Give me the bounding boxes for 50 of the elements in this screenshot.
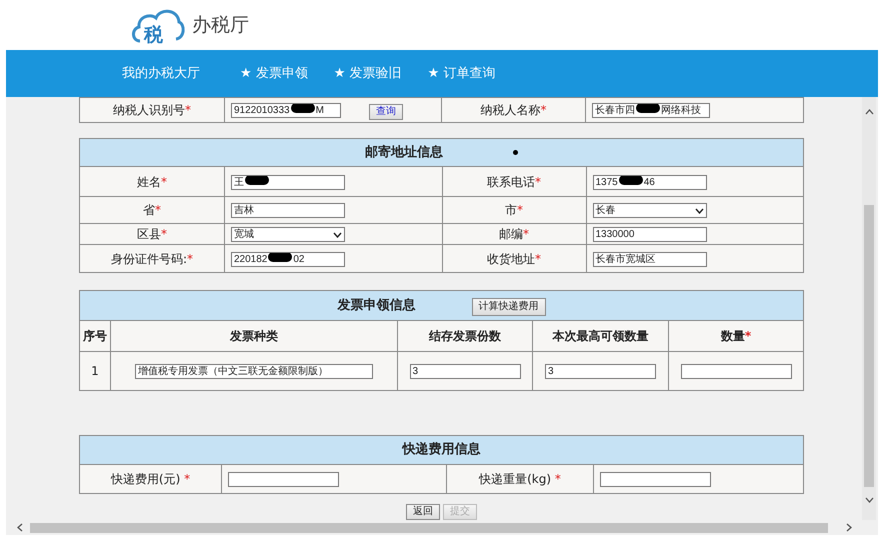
input-field[interactable]: 长春市宽城区 [592,252,706,267]
section-title: 邮寄地址信息 [365,144,443,160]
select-field[interactable]: 长春 [592,203,706,218]
input-field[interactable]: 220182 02 [231,252,345,267]
column-header: 序号 [83,329,107,343]
field-label: 省* [143,203,161,217]
section-title: 发票申领信息 [338,298,416,312]
query-button[interactable]: 查询 [369,104,403,120]
input-field[interactable]: 9122010333 M [231,102,341,118]
input-field[interactable]: 1330000 [592,227,706,242]
field-label: 市* [505,203,523,217]
column-header: 发票种类 [230,329,278,343]
field-label: 纳税人名称* [480,103,546,117]
column-header: 本次最高可领数量 [552,329,648,343]
scroll-down-icon[interactable] [864,497,874,503]
input-field[interactable] [680,364,792,380]
scrollbar-thumb[interactable] [864,205,874,487]
field-label: 纳税人识别号* [113,103,191,117]
input-field[interactable]: 3 [545,364,656,380]
field-label: 姓名* [137,174,167,188]
field-label: 快递费用(元) * [110,472,190,486]
select-field[interactable]: 宽城 [231,227,345,242]
input-field[interactable]: 增值税专用发票（中文三联无金额限制版） [135,364,373,380]
field-label: 联系电话* [487,174,541,188]
field-label: 区县* [137,227,167,241]
input-field[interactable]: 1375 46 [592,174,706,190]
input-field[interactable] [228,472,339,488]
field-label: 邮编* [499,227,529,241]
back-button[interactable]: 返回 [406,504,440,520]
dropdown-icon[interactable] [333,232,342,238]
column-header: 结存发票份数 [429,329,501,343]
input-field[interactable]: 吉林 [231,203,345,218]
dot-mark [513,150,518,155]
site-title: 办税厅 [192,12,249,38]
column-header: 数量* [720,329,752,343]
scrollbar-thumb[interactable] [30,522,828,532]
row-number: 1 [91,364,99,378]
section-title: 快递费用信息 [402,442,480,458]
input-field[interactable]: 长春市四 网络科技 [592,103,710,118]
calculate-button[interactable]: 计算快递费用 [472,298,546,316]
scroll-right-icon[interactable] [846,523,852,532]
dropdown-icon[interactable] [694,208,704,214]
scroll-left-icon[interactable] [17,523,23,532]
field-label: 快递重量(kg) * [479,472,561,486]
input-field[interactable]: 王 [231,174,345,190]
input-field[interactable] [600,472,711,488]
input-field[interactable]: 3 [410,364,520,380]
scroll-up-icon[interactable] [864,109,874,115]
field-label: 收货地址* [487,252,541,266]
field-label: 身份证件号码:* [110,252,194,266]
